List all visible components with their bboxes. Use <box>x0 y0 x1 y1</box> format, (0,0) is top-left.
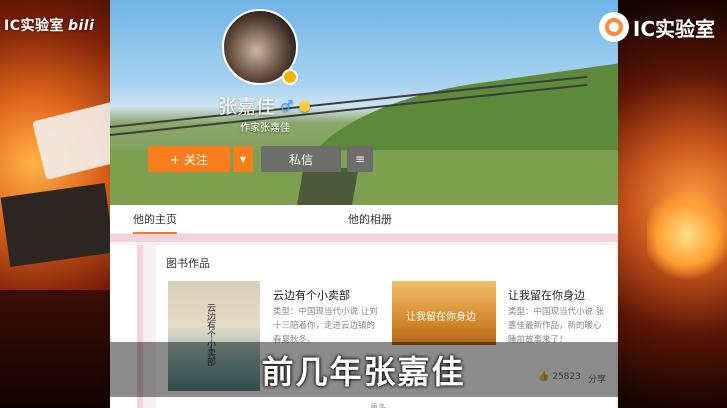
more-link[interactable]: 更多 <box>370 402 386 408</box>
books-section-title: 图书作品 <box>166 257 210 270</box>
book-cover-text: 让我留在你身边 <box>406 312 476 323</box>
book-description: 类型：中国现当代小说 张嘉佳最新作品，新的暖心睡前故事来了！ <box>508 307 605 345</box>
caret-down-icon: ▾ <box>239 152 247 166</box>
profile-subtitle: 作家张嘉佳 <box>240 123 290 134</box>
book-cover[interactable]: 让我留在你身边 <box>392 281 496 345</box>
book-title[interactable]: 让我留在你身边 <box>508 287 585 303</box>
brand-left-text: IC实验室 <box>4 18 64 34</box>
section-divider <box>110 234 618 242</box>
follow-dropdown-button[interactable]: ▾ <box>233 146 253 172</box>
cover-path <box>296 168 359 205</box>
profile-tabs: 他的主页 他的相册 <box>110 205 618 234</box>
blurred-glow <box>647 190 727 280</box>
bilibili-logo: bili <box>67 18 95 34</box>
emoji-badge-icon: ● <box>298 97 311 114</box>
blurred-shape <box>0 183 110 267</box>
verified-badge-icon <box>282 69 298 85</box>
male-icon: ♂ <box>280 96 294 115</box>
brand-right-text: IC实验室 <box>632 16 715 41</box>
message-button[interactable]: 私信 <box>261 146 341 172</box>
profile-name: 张嘉佳 <box>218 96 276 118</box>
brand-watermark-right: IC实验室 <box>598 12 715 42</box>
profile-name-row: 张嘉佳 ♂ ● <box>218 92 311 119</box>
book-description: 类型：中国现当代小说 让刘十三陪着你，走进云边镇的春夏秋冬。 <box>273 307 378 345</box>
tab-home[interactable]: 他的主页 <box>133 211 177 234</box>
brand-logo-icon <box>598 12 629 42</box>
profile-cover-image <box>110 0 618 205</box>
tab-photos[interactable]: 他的相册 <box>348 211 392 227</box>
hamburger-icon: ≡ <box>354 152 366 166</box>
blurred-card <box>32 100 110 180</box>
more-menu-button[interactable]: ≡ <box>347 146 373 172</box>
video-caption: 前几年张嘉佳 <box>261 352 466 391</box>
book-title[interactable]: 云边有个小卖部 <box>273 287 350 303</box>
follow-button[interactable]: + 关注 <box>148 146 230 172</box>
brand-watermark-left: IC实验室 bili <box>4 15 94 35</box>
